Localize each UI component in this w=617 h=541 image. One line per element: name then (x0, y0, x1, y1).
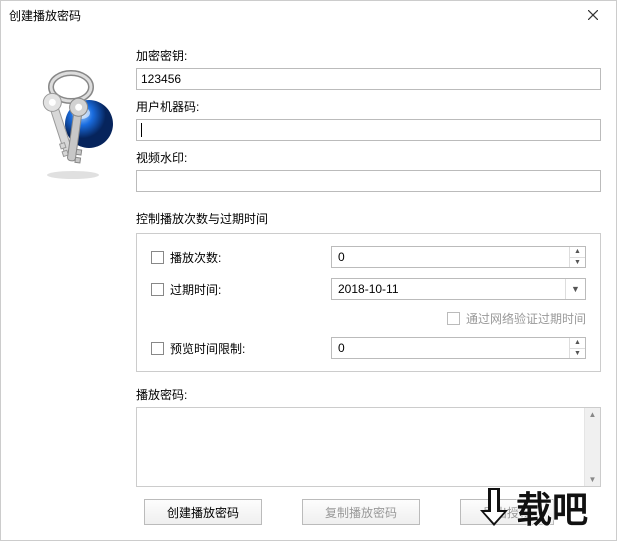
play-count-row: 播放次数: (151, 249, 321, 266)
preview-limit-checkbox[interactable] (151, 342, 164, 355)
network-verify-label: 通过网络验证过期时间 (466, 310, 586, 327)
control-section-title: 控制播放次数与过期时间 (136, 210, 601, 227)
form-column: 加密密钥: 用户机器码: 视频水印: 控制播放次数与过期时间 播放次数: 0 ▲ (136, 39, 601, 525)
copy-button-label: 复制播放密码 (325, 504, 397, 521)
create-password-button[interactable]: 创建播放密码 (144, 499, 262, 525)
play-count-label: 播放次数: (170, 249, 221, 266)
window-title: 创建播放密码 (9, 7, 578, 24)
network-verify-row: 通过网络验证过期时间 (331, 310, 586, 327)
scrollbar[interactable]: ▲ ▼ (584, 408, 600, 486)
close-icon (588, 10, 598, 20)
preview-limit-value: 0 (332, 341, 569, 355)
preview-limit-spin-buttons: ▲ ▼ (569, 338, 585, 358)
machine-code-input[interactable] (136, 119, 601, 141)
spinner-up-icon[interactable]: ▲ (570, 338, 585, 349)
window: 创建播放密码 (0, 0, 617, 541)
machine-code-label: 用户机器码: (136, 98, 601, 115)
play-count-spin-buttons: ▲ ▼ (569, 247, 585, 267)
titlebar: 创建播放密码 (1, 1, 616, 29)
spinner-up-icon[interactable]: ▲ (570, 247, 585, 258)
expire-date-value: 2018-10-11 (332, 282, 565, 296)
export-auth-button[interactable]: 导出授权 (460, 499, 554, 525)
spinner-down-icon[interactable]: ▼ (570, 258, 585, 268)
button-row: 创建播放密码 复制播放密码 导出授权 (136, 499, 601, 525)
preview-limit-label: 预览时间限制: (170, 340, 245, 357)
preview-limit-row: 预览时间限制: (151, 340, 321, 357)
control-box: 播放次数: 0 ▲ ▼ 过期时间: 2018-10-11 ▼ (136, 233, 601, 372)
play-count-checkbox[interactable] (151, 251, 164, 264)
spinner-down-icon[interactable]: ▼ (570, 349, 585, 359)
close-button[interactable] (578, 5, 608, 25)
encrypt-key-input[interactable] (136, 68, 601, 90)
watermark-input[interactable] (136, 170, 601, 192)
play-count-value: 0 (332, 250, 569, 264)
encrypt-key-label: 加密密钥: (136, 47, 601, 64)
expire-time-checkbox[interactable] (151, 283, 164, 296)
expire-time-label: 过期时间: (170, 281, 221, 298)
expire-time-row: 过期时间: (151, 281, 321, 298)
body: 加密密钥: 用户机器码: 视频水印: 控制播放次数与过期时间 播放次数: 0 ▲ (1, 29, 616, 540)
output-label: 播放密码: (136, 386, 601, 403)
keys-icon (31, 69, 121, 179)
expire-date-picker[interactable]: 2018-10-11 ▼ (331, 278, 586, 300)
output-textarea[interactable]: ▲ ▼ (136, 407, 601, 487)
watermark-label: 视频水印: (136, 149, 601, 166)
copy-password-button[interactable]: 复制播放密码 (302, 499, 420, 525)
scroll-up-icon[interactable]: ▲ (589, 410, 597, 419)
play-count-spinner[interactable]: 0 ▲ ▼ (331, 246, 586, 268)
text-caret (141, 123, 142, 137)
scroll-down-icon[interactable]: ▼ (589, 475, 597, 484)
icon-column (16, 39, 136, 525)
network-verify-checkbox[interactable] (447, 312, 460, 325)
export-button-label: 导出授权 (483, 504, 531, 521)
preview-limit-spinner[interactable]: 0 ▲ ▼ (331, 337, 586, 359)
dropdown-icon[interactable]: ▼ (565, 279, 585, 299)
create-button-label: 创建播放密码 (167, 504, 239, 521)
